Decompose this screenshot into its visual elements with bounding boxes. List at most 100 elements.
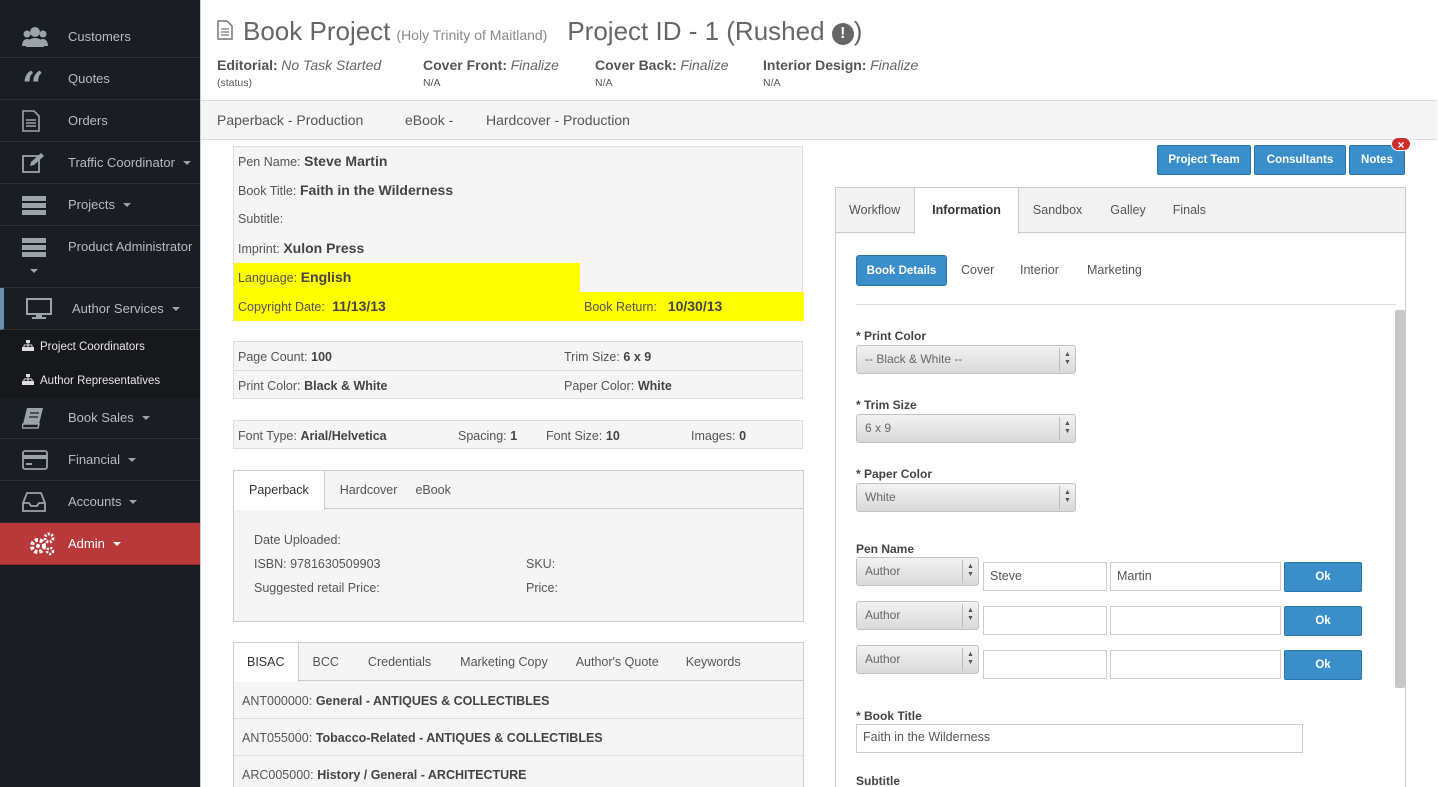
sidebar-item-label: Book Sales <box>68 410 134 425</box>
info-panel: Workflow Information Sandbox Galley Fina… <box>835 187 1406 787</box>
field-label: Trim Size: <box>564 350 620 364</box>
ok-button[interactable]: Ok <box>1284 650 1362 680</box>
pen-role-select[interactable]: Author ▲ ▼ <box>856 601 979 630</box>
sidebar-item-label: Admin <box>68 536 105 551</box>
book-title-input[interactable]: Faith in the Wilderness <box>856 724 1303 753</box>
font-type-value: Arial/Helvetica <box>300 429 387 443</box>
sidebar-item-quotes[interactable]: “ Quotes <box>0 58 200 104</box>
info-content: Book Details Cover Interior Marketing * … <box>836 234 1405 787</box>
sidebar-item-financial[interactable]: Financial <box>0 439 200 481</box>
document-icon <box>22 108 58 134</box>
field-label: Print Color: <box>238 379 301 393</box>
last-name-input[interactable]: Martin <box>1110 562 1281 591</box>
copyright-row: Copyright Date: 11/13/13 <box>238 298 386 314</box>
sidebar-subitem-project-coordinators[interactable]: Project Coordinators <box>0 330 200 364</box>
main-content: Book Project (Holy Trinity of Maitland) … <box>200 0 1438 787</box>
tab-bcc[interactable]: BCC <box>299 643 354 680</box>
select-arrows-icon: ▲ ▼ <box>1059 348 1075 371</box>
project-id: Project ID - 1 (Rushed !) <box>567 16 862 47</box>
images-value: 0 <box>739 429 747 443</box>
last-name-input[interactable] <box>1110 606 1281 635</box>
tab-hardcover[interactable]: Hardcover <box>325 471 414 508</box>
consultants-button[interactable]: Consultants <box>1254 145 1346 175</box>
sidebar-item-customers[interactable]: Customers <box>0 16 200 58</box>
subnav-hardcover[interactable]: Hardcover - Production <box>486 112 630 128</box>
sidebar-item-product-administrator[interactable]: Product Administrator <box>0 226 200 288</box>
tab-book-details[interactable]: Book Details <box>856 255 947 286</box>
sidebar-item-traffic-coordinator[interactable]: Traffic Coordinator <box>0 142 200 184</box>
select-arrows-icon: ▲ ▼ <box>962 604 978 627</box>
select-value: 6 x 9 <box>865 421 892 435</box>
field-label: Imprint: <box>238 242 280 256</box>
tab-bisac[interactable]: BISAC <box>234 643 299 682</box>
subnav-ebook[interactable]: eBook - <box>405 112 453 128</box>
status-interior-design: Interior Design: Finalize N/A <box>763 57 918 89</box>
status-value: Finalize <box>510 57 559 73</box>
sidebar-item-label: Projects <box>68 197 115 212</box>
sidebar-item-label: Customers <box>68 29 131 44</box>
chevron-down-icon <box>112 541 121 546</box>
sidebar-item-orders[interactable]: Orders <box>0 100 200 142</box>
paper-color-select[interactable]: White ▲ ▼ <box>856 483 1076 512</box>
tab-marketing-copy[interactable]: Marketing Copy <box>446 643 563 680</box>
field-label: Subtitle: <box>238 212 284 226</box>
tab-interior[interactable]: Interior <box>1020 263 1059 277</box>
tab-cover[interactable]: Cover <box>961 263 994 277</box>
paper-color-value: White <box>637 379 672 393</box>
subnav-paperback[interactable]: Paperback - Production <box>217 112 363 128</box>
book-title-value: Faith in the Wilderness <box>300 182 454 198</box>
tab-marketing[interactable]: Marketing <box>1087 263 1142 277</box>
field-label: Spacing: <box>458 429 507 443</box>
project-team-button[interactable]: Project Team <box>1157 145 1251 175</box>
chevron-down-icon <box>30 269 38 273</box>
sidebar-item-admin[interactable]: Admin <box>0 523 200 565</box>
sidebar-item-label: Financial <box>68 452 121 467</box>
field-label: Language: <box>238 271 298 285</box>
spacing: Spacing: 1 <box>458 428 517 443</box>
sidebar-item-projects[interactable]: Projects <box>0 184 200 226</box>
first-name-input[interactable] <box>983 606 1107 635</box>
sidebar-item-label: Traffic Coordinator <box>68 155 175 170</box>
select-value: Author <box>865 564 901 578</box>
tab-information[interactable]: Information <box>914 188 1019 234</box>
print-color-select[interactable]: -- Black & White -- ▲ ▼ <box>856 345 1076 374</box>
tab-credentials[interactable]: Credentials <box>354 643 446 680</box>
font-type: Font Type: Arial/Helvetica <box>238 428 387 443</box>
sidebar-item-accounts[interactable]: Accounts <box>0 481 200 523</box>
ok-button[interactable]: Ok <box>1284 562 1362 592</box>
tab-finals[interactable]: Finals <box>1160 188 1220 232</box>
ok-button[interactable]: Ok <box>1284 606 1362 636</box>
status-sub: N/A <box>423 77 441 89</box>
divider <box>234 718 803 719</box>
sidebar-subitem-label: Author Representatives <box>40 375 161 387</box>
tab-keywords[interactable]: Keywords <box>673 643 755 680</box>
field-label: Font Type: <box>238 429 297 443</box>
trim-size-select[interactable]: 6 x 9 ▲ ▼ <box>856 414 1076 443</box>
sidebar-item-label: Product Administrator <box>68 239 193 254</box>
suggested-price: Suggested retail Price: <box>254 581 380 595</box>
pen-role-select[interactable]: Author ▲ ▼ <box>856 557 979 586</box>
pen-role-select[interactable]: Author ▲ ▼ <box>856 645 979 674</box>
tab-galley[interactable]: Galley <box>1097 188 1159 232</box>
select-arrows-icon: ▲ ▼ <box>962 648 978 671</box>
bisac-panel: BISAC BCC Credentials Marketing Copy Aut… <box>233 642 804 787</box>
sidebar-item-author-services[interactable]: Author Services <box>0 288 200 330</box>
title-row: Book Project (Holy Trinity of Maitland) … <box>217 16 862 47</box>
spacing-value: 1 <box>510 429 518 443</box>
sidebar-subitem-author-representatives[interactable]: Author Representatives <box>0 364 200 398</box>
tab-paperback[interactable]: Paperback <box>234 471 325 510</box>
status-sub: (status) <box>217 77 253 89</box>
tab-ebook[interactable]: eBook <box>413 471 466 508</box>
tab-authors-quote[interactable]: Author's Quote <box>563 643 673 680</box>
sidebar-item-book-sales[interactable]: Book Sales <box>0 397 200 439</box>
tab-sandbox[interactable]: Sandbox <box>1019 188 1097 232</box>
price: Price: <box>526 581 558 595</box>
first-name-input[interactable] <box>983 650 1107 679</box>
paper-color-label: * Paper Color <box>856 467 933 481</box>
last-name-input[interactable] <box>1110 650 1281 679</box>
tab-workflow[interactable]: Workflow <box>836 188 914 232</box>
first-name-input[interactable]: Steve <box>983 562 1107 591</box>
scrollbar[interactable] <box>1395 310 1405 688</box>
inbox-icon <box>22 489 58 515</box>
close-icon[interactable]: × <box>1391 137 1411 152</box>
